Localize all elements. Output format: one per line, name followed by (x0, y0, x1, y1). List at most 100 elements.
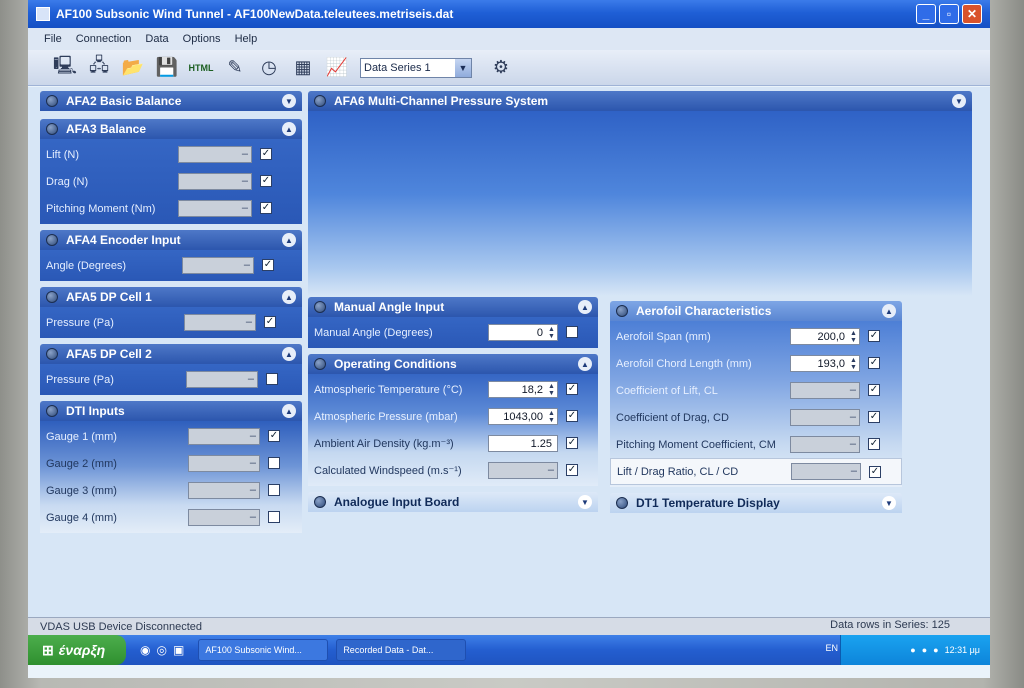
chevron-down-icon[interactable]: ▼ (578, 495, 592, 509)
media-icon[interactable]: ◎ (156, 643, 166, 657)
start-button[interactable]: ⊞ έναρξη (28, 635, 126, 665)
chevron-up-icon[interactable]: ▲ (578, 300, 592, 314)
chevron-up-icon[interactable]: ▲ (578, 357, 592, 371)
disconnect-icon[interactable]: 🖧 (84, 54, 114, 82)
pitching-moment-field[interactable]: – (178, 200, 252, 217)
chevron-up-icon[interactable]: ▲ (282, 404, 296, 418)
windspeed-field[interactable]: – (488, 462, 558, 479)
tray-icon[interactable]: ● (933, 645, 938, 655)
menu-data[interactable]: Data (145, 33, 168, 45)
panel-afa5-dp1[interactable]: AFA5 DP Cell 1 ▲ (40, 287, 302, 307)
pressure1-field[interactable]: – (184, 314, 256, 331)
air-density-field[interactable]: 1.25 (488, 435, 558, 452)
atm-pressure-checkbox[interactable]: ✓ (566, 410, 578, 422)
atm-pressure-field[interactable]: 1043,00 ▲ ▼ (488, 408, 558, 425)
title-bar[interactable]: AF100 Subsonic Wind Tunnel - AF100NewDat… (28, 0, 990, 28)
tray-icon[interactable]: ● (910, 645, 915, 655)
pressure2-checkbox[interactable] (266, 373, 278, 385)
html-icon[interactable]: HTML (186, 54, 216, 82)
tray-icon[interactable]: ● (922, 645, 927, 655)
chevron-down-icon[interactable]: ▼ (952, 94, 966, 108)
cm-field[interactable]: – (790, 436, 860, 453)
chord-field[interactable]: 193,0 ▲ ▼ (790, 355, 860, 372)
gauge3-field[interactable]: – (188, 482, 260, 499)
gauge1-checkbox[interactable]: ✓ (268, 430, 280, 442)
chevron-down-icon[interactable]: ▼ (455, 58, 471, 77)
panel-manual-angle[interactable]: Manual Angle Input ▲ (308, 297, 598, 317)
task-windtunnel[interactable]: AF100 Subsonic Wind... (198, 639, 329, 661)
panel-dti[interactable]: DTI Inputs ▲ (40, 401, 302, 421)
drag-checkbox[interactable]: ✓ (260, 175, 272, 187)
pressure2-field[interactable]: – (186, 371, 258, 388)
cd-field[interactable]: – (790, 409, 860, 426)
chevron-down-icon[interactable]: ▼ (882, 496, 896, 510)
chevron-up-icon[interactable]: ▲ (882, 304, 896, 318)
connect-icon[interactable]: 🖳 (50, 54, 80, 82)
lift-drag-field[interactable]: – (791, 463, 861, 480)
chart-icon[interactable]: 📈 (322, 54, 352, 82)
air-density-checkbox[interactable]: ✓ (566, 437, 578, 449)
panel-aerofoil[interactable]: Aerofoil Characteristics ▲ (610, 301, 902, 321)
open-folder-icon[interactable]: 📂 (118, 54, 148, 82)
chevron-down-icon[interactable]: ▼ (282, 94, 296, 108)
clock[interactable]: 12:31 μμ (945, 645, 980, 655)
panel-analogue-input[interactable]: Analogue Input Board ▼ (308, 492, 598, 512)
panel-afa2[interactable]: AFA2 Basic Balance ▼ (40, 91, 302, 111)
lift-drag-checkbox[interactable]: ✓ (869, 466, 881, 478)
span-field[interactable]: 200,0 ▲ ▼ (790, 328, 860, 345)
menu-file[interactable]: File (44, 33, 62, 45)
save-icon[interactable]: 💾 (152, 54, 182, 82)
atm-temp-field[interactable]: 18,2 ▲ ▼ (488, 381, 558, 398)
gauge3-checkbox[interactable] (268, 484, 280, 496)
afa6-header[interactable]: AFA6 Multi-Channel Pressure System ▼ (308, 91, 972, 111)
menu-connection[interactable]: Connection (76, 33, 132, 45)
menu-options[interactable]: Options (183, 33, 221, 45)
gauge1-field[interactable]: – (188, 428, 260, 445)
settings-menu-icon[interactable]: ⚙ (486, 54, 516, 82)
data-series-select[interactable]: Data Series 1 ▼ (360, 57, 472, 78)
lift-field[interactable]: – (178, 146, 252, 163)
atm-temp-checkbox[interactable]: ✓ (566, 383, 578, 395)
panel-operating-conditions[interactable]: Operating Conditions ▲ (308, 354, 598, 374)
gauge2-checkbox[interactable] (268, 457, 280, 469)
angle-checkbox[interactable]: ✓ (262, 259, 274, 271)
gauge2-field[interactable]: – (188, 455, 260, 472)
desktop-icon[interactable]: ▣ (173, 643, 184, 657)
panel-afa4[interactable]: AFA4 Encoder Input ▲ (40, 230, 302, 250)
system-tray: ● ● ● 12:31 μμ (840, 635, 990, 665)
panel-dt1[interactable]: DT1 Temperature Display ▼ (610, 493, 902, 513)
close-button[interactable]: ✕ (962, 4, 982, 24)
panel-afa3[interactable]: AFA3 Balance ▲ (40, 119, 302, 139)
gauge4-field[interactable]: – (188, 509, 260, 526)
cd-checkbox[interactable]: ✓ (868, 411, 880, 423)
chevron-up-icon[interactable]: ▲ (282, 290, 296, 304)
pressure1-checkbox[interactable]: ✓ (264, 316, 276, 328)
lift-checkbox[interactable]: ✓ (260, 148, 272, 160)
task-recorded-data[interactable]: Recorded Data - Dat... (336, 639, 467, 661)
windspeed-checkbox[interactable]: ✓ (566, 464, 578, 476)
pencil-icon[interactable]: ✎ (220, 54, 250, 82)
chevron-up-icon[interactable]: ▲ (282, 233, 296, 247)
browser-icon[interactable]: ◉ (140, 643, 150, 657)
chevron-up-icon[interactable]: ▲ (282, 122, 296, 136)
manual-angle-field[interactable]: 0 ▲ ▼ (488, 324, 558, 341)
pitching-moment-checkbox[interactable]: ✓ (260, 202, 272, 214)
minimize-button[interactable]: _ (916, 4, 936, 24)
language-indicator[interactable]: EN (825, 643, 838, 653)
cl-field[interactable]: – (790, 382, 860, 399)
menu-help[interactable]: Help (235, 33, 258, 45)
cl-checkbox[interactable]: ✓ (868, 384, 880, 396)
chord-label: Aerofoil Chord Length (mm) (616, 357, 752, 370)
manual-angle-checkbox[interactable] (566, 326, 578, 338)
chord-checkbox[interactable]: ✓ (868, 357, 880, 369)
table-icon[interactable]: ▦ (288, 54, 318, 82)
maximize-button[interactable]: ▫ (939, 4, 959, 24)
panel-afa5-dp2[interactable]: AFA5 DP Cell 2 ▲ (40, 344, 302, 364)
angle-field[interactable]: – (182, 257, 254, 274)
clock-icon[interactable]: ◷ (254, 54, 284, 82)
gauge4-checkbox[interactable] (268, 511, 280, 523)
drag-field[interactable]: – (178, 173, 252, 190)
span-checkbox[interactable]: ✓ (868, 330, 880, 342)
chevron-up-icon[interactable]: ▲ (282, 347, 296, 361)
cm-checkbox[interactable]: ✓ (868, 438, 880, 450)
